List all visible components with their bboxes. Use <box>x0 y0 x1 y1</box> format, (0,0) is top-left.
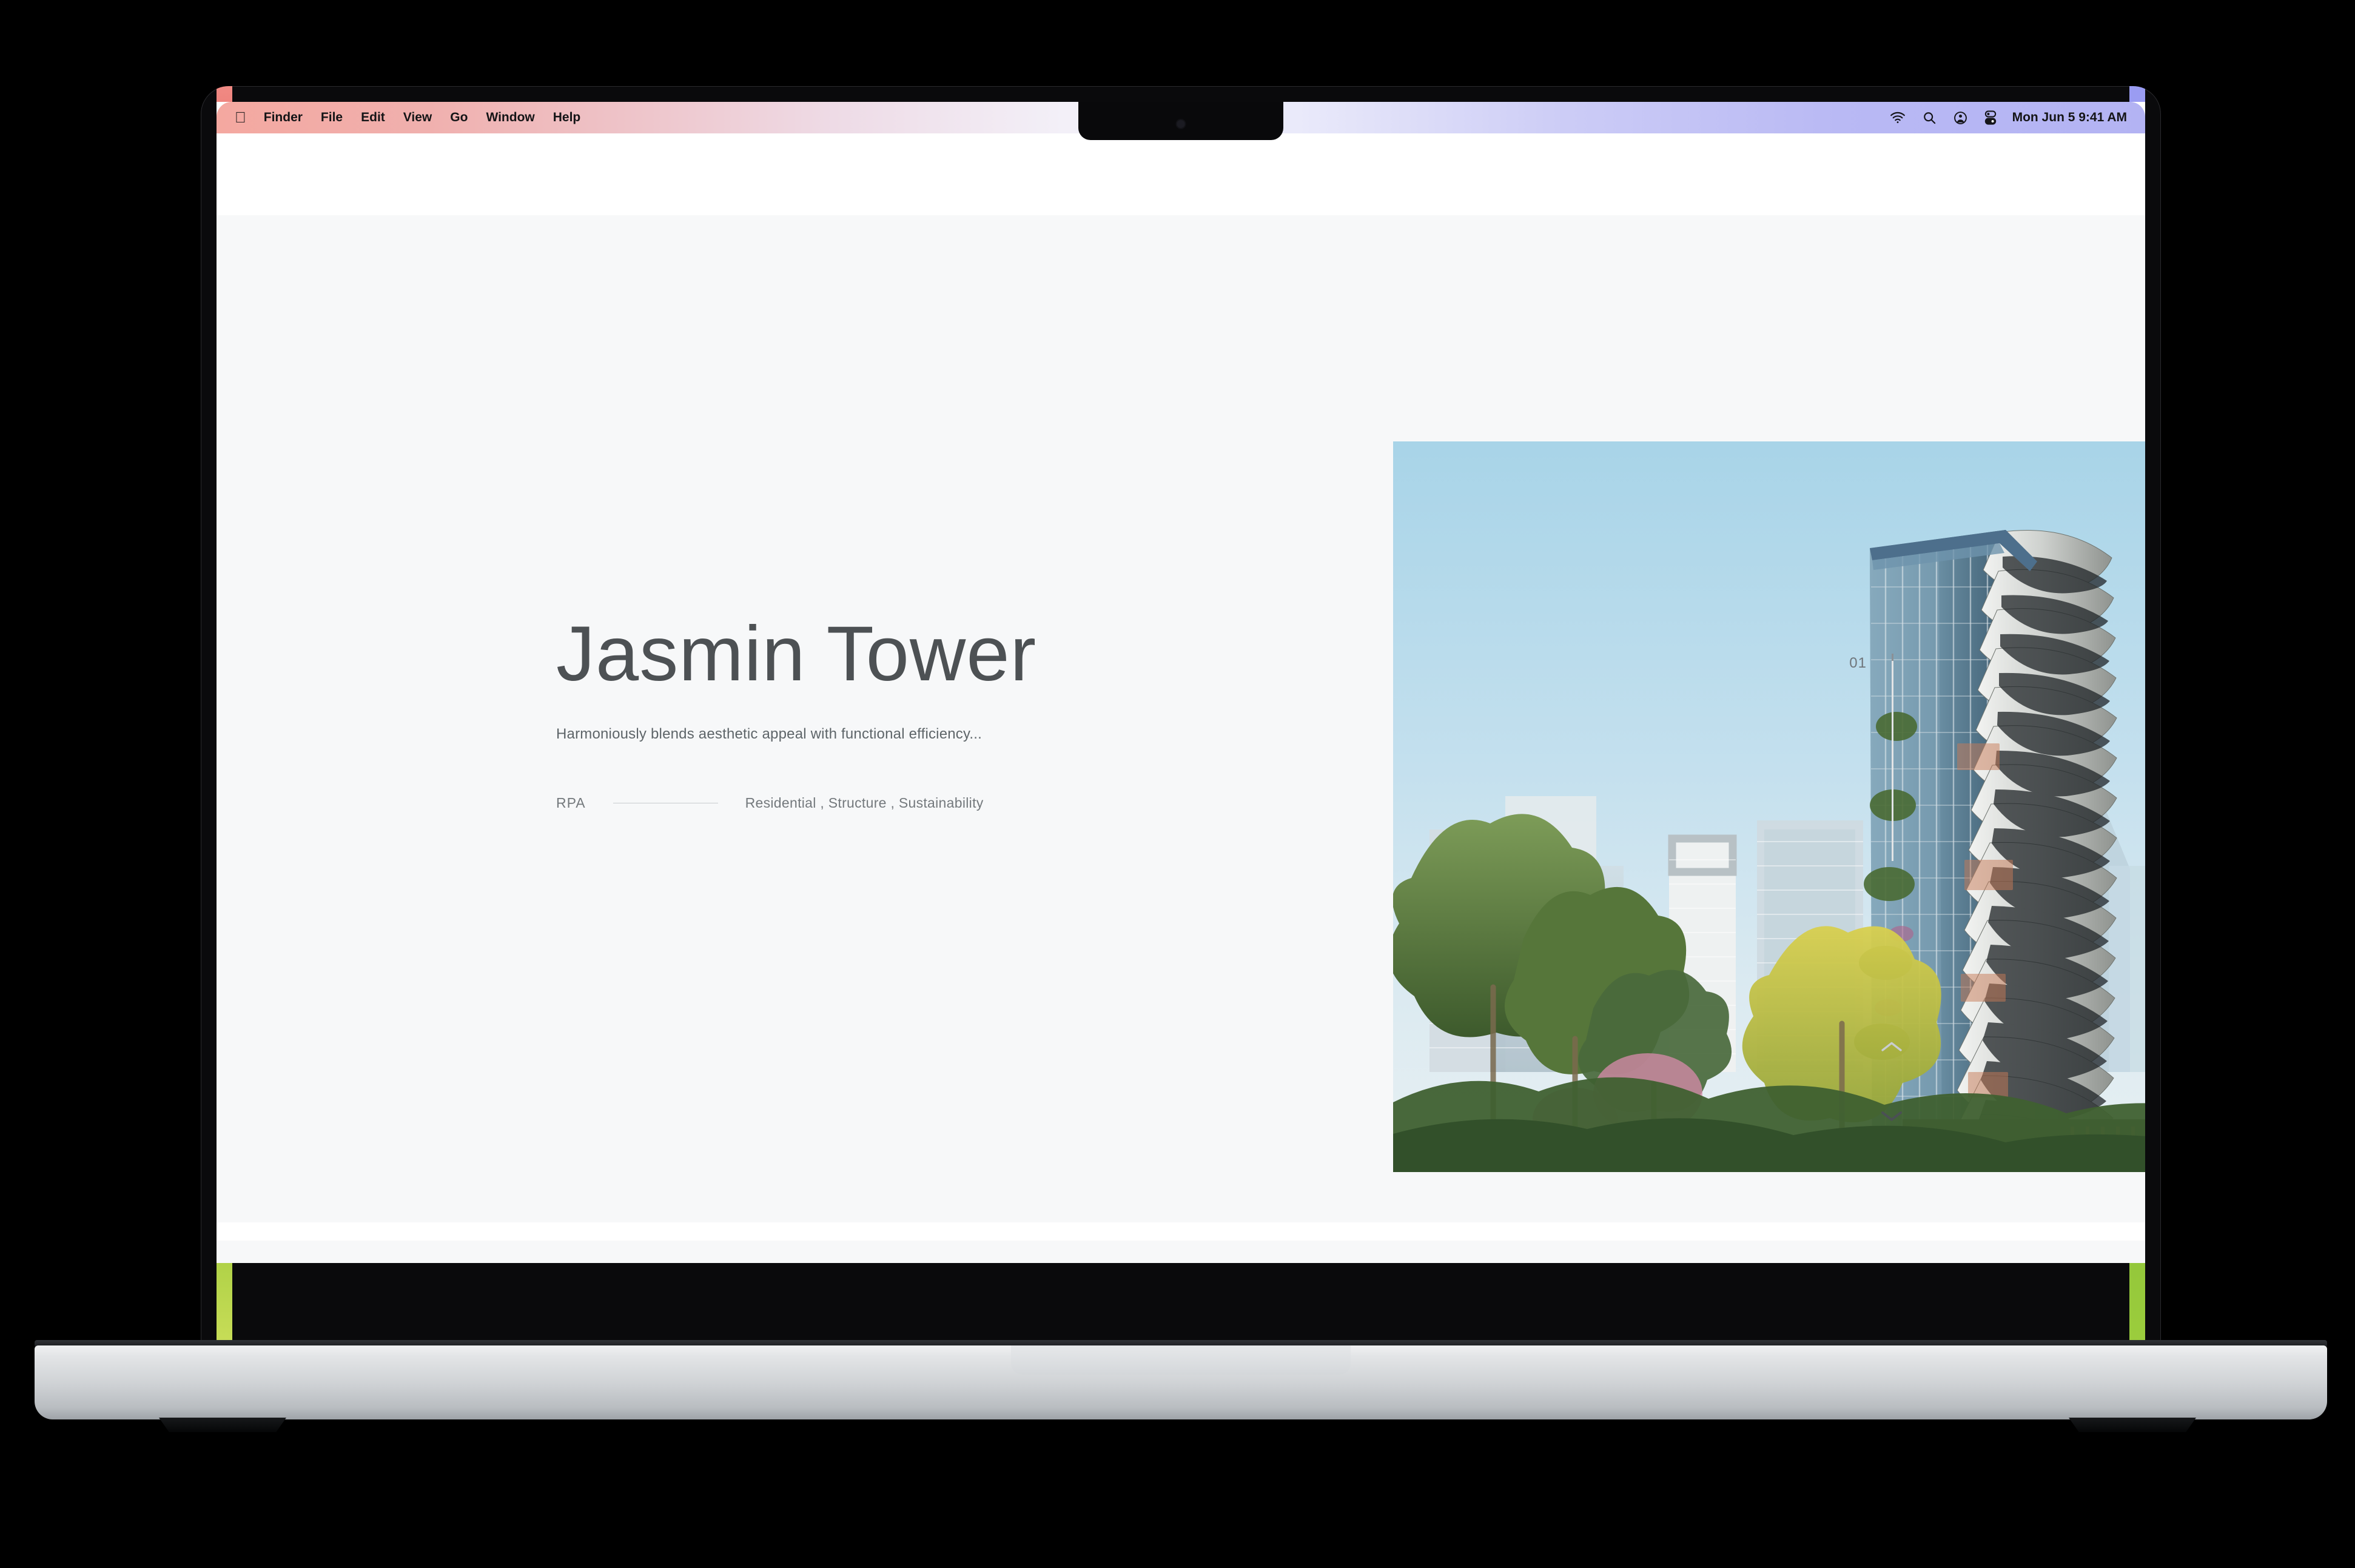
menu-item-edit[interactable]: Edit <box>352 110 394 125</box>
wifi-icon[interactable] <box>1881 112 1914 124</box>
chevron-up-icon[interactable] <box>1880 1040 1904 1057</box>
laptop-base <box>35 1345 2327 1419</box>
menu-item-file[interactable]: File <box>312 110 352 125</box>
laptop-screen:  Finder File Edit View Go Window Help <box>217 102 2145 1263</box>
menu-bar-clock[interactable]: Mon Jun 5 9:41 AM <box>2005 110 2129 125</box>
menu-item-window[interactable]: Window <box>477 110 543 125</box>
hero-scroll-track[interactable] <box>1892 654 1893 861</box>
hero-subtitle: Harmoniously blends aesthetic appeal wit… <box>556 726 983 742</box>
menu-bar-status-group: Mon Jun 5 9:41 AM <box>1881 110 2145 125</box>
laptop-foot-left <box>159 1418 286 1432</box>
laptop-foot-right <box>2069 1418 2196 1432</box>
menu-bar-left-group:  Finder File Edit View Go Window Help <box>217 110 590 126</box>
menu-item-finder[interactable]: Finder <box>255 110 312 125</box>
hero-scroll-thumb[interactable] <box>1892 654 1893 661</box>
second-section <box>217 1241 2145 1263</box>
chevron-down-icon[interactable] <box>1880 1108 1904 1126</box>
control-center-icon[interactable] <box>1945 111 1976 125</box>
menu-item-view[interactable]: View <box>394 110 441 125</box>
hero-text-block: Jasmin Tower Harmoniously blends aesthet… <box>556 615 1345 811</box>
apple-logo-icon[interactable]:  <box>230 110 255 126</box>
hero-image-jasmin-tower[interactable] <box>1393 441 2145 1172</box>
slide-counter: 01 <box>1849 655 1867 671</box>
hero-meta-tags: Residential , Structure , Sustainability <box>745 795 984 811</box>
website-viewport: RPA LIVING ATELIERS COMMUNITY ENGINEERIN… <box>217 133 2145 1263</box>
toggle-switch-icon[interactable] <box>1976 110 2005 125</box>
hero-title: Jasmin Tower <box>556 611 1037 697</box>
laptop-base-notch <box>1011 1345 1351 1375</box>
hero-meta-row: RPA Residential , Structure , Sustainabi… <box>556 795 1345 811</box>
search-icon[interactable] <box>1914 111 1945 125</box>
display-notch <box>1078 102 1283 140</box>
section-divider <box>217 1222 2145 1241</box>
menu-item-help[interactable]: Help <box>544 110 590 125</box>
hero-meta-brand: RPA <box>556 795 586 811</box>
menu-item-go[interactable]: Go <box>441 110 477 125</box>
facetime-camera-icon <box>1177 120 1185 128</box>
site-header <box>217 133 2145 215</box>
